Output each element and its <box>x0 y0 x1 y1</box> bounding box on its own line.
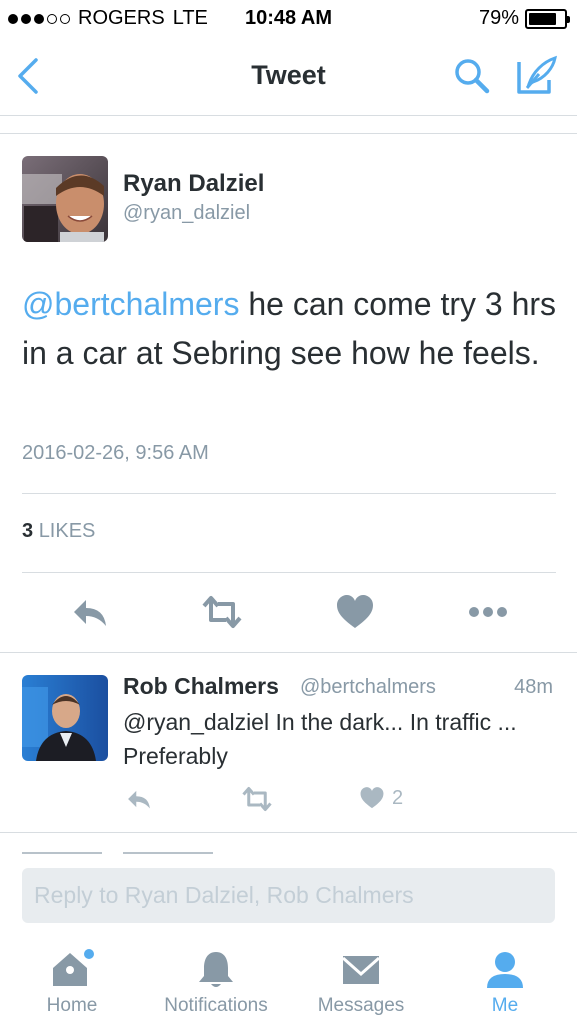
tab-bar: Home Notifications Messages Me <box>0 938 577 1024</box>
tab-messages[interactable]: Messages <box>296 938 426 1024</box>
person-icon <box>487 952 523 988</box>
divider <box>0 652 577 653</box>
avatar[interactable] <box>22 156 108 242</box>
battery-icon <box>525 8 570 29</box>
divider <box>0 832 577 833</box>
likes-number: 3 <box>22 520 34 542</box>
navigation-bar: Tweet <box>0 38 577 116</box>
divider <box>0 133 577 134</box>
partial-tweet-edge <box>22 852 557 854</box>
reply-input[interactable]: Reply to Ryan Dalziel, Rob Chalmers <box>22 868 555 923</box>
compose-icon <box>517 55 557 94</box>
reply-icon <box>74 600 106 626</box>
likes-label: LIKES <box>38 520 96 542</box>
bell-icon <box>199 952 233 987</box>
status-right: 79% <box>478 7 570 30</box>
reply-author-name[interactable]: Rob Chalmers <box>123 673 279 700</box>
battery-percent: 79% <box>478 7 519 29</box>
reply-actions: 2 <box>0 784 577 814</box>
mention-link[interactable]: @bertchalmers <box>22 286 239 322</box>
retweet-button[interactable] <box>200 590 244 634</box>
home-icon <box>53 949 94 986</box>
tab-me[interactable]: Me <box>440 938 570 1024</box>
tab-notifications-label: Notifications <box>164 995 268 1016</box>
reply-button[interactable] <box>124 784 154 814</box>
tab-me-label: Me <box>491 995 519 1016</box>
reply-age: 48m <box>514 676 553 698</box>
divider <box>22 493 556 494</box>
tab-messages-label: Messages <box>317 995 405 1016</box>
back-button[interactable] <box>12 56 46 96</box>
reply-author-handle[interactable]: @bertchalmers <box>300 676 436 699</box>
retweet-icon <box>202 596 242 628</box>
tweet-timestamp: 2016-02-26, 9:56 AM <box>22 442 209 464</box>
reply-button[interactable] <box>68 590 112 634</box>
chevron-left-icon <box>18 58 38 94</box>
compose-button[interactable] <box>515 54 559 98</box>
envelope-icon <box>342 956 380 984</box>
more-button[interactable] <box>466 590 510 634</box>
retweet-button[interactable] <box>240 784 274 814</box>
tab-home-label: Home <box>46 995 98 1016</box>
more-icon <box>469 607 507 617</box>
tweet-text: @bertchalmers he can come try 3 hrs in a… <box>22 280 562 378</box>
reply-input-placeholder: Reply to Ryan Dalziel, Rob Chalmers <box>34 882 414 908</box>
tab-notifications[interactable]: Notifications <box>151 938 281 1024</box>
heart-icon <box>337 595 373 628</box>
avatar[interactable] <box>22 675 108 761</box>
search-button[interactable] <box>451 56 493 96</box>
like-button[interactable] <box>333 590 377 634</box>
divider <box>22 572 556 573</box>
search-icon <box>455 59 490 94</box>
author-handle[interactable]: @ryan_dalziel <box>123 202 250 225</box>
retweet-icon <box>242 787 272 811</box>
likes-count[interactable]: 3 LIKES <box>22 520 95 543</box>
reply-like-count: 2 <box>392 787 404 809</box>
tweet-actions <box>0 590 577 634</box>
reply-text: @ryan_dalziel In the dark... In traffic … <box>123 709 517 769</box>
author-name[interactable]: Ryan Dalziel <box>123 170 264 198</box>
heart-icon <box>360 787 384 809</box>
status-bar: ROGERS LTE 10:48 AM 79% <box>0 0 577 38</box>
reply-icon <box>128 790 150 809</box>
like-button[interactable] <box>358 784 388 814</box>
tab-home[interactable]: Home <box>7 938 137 1024</box>
